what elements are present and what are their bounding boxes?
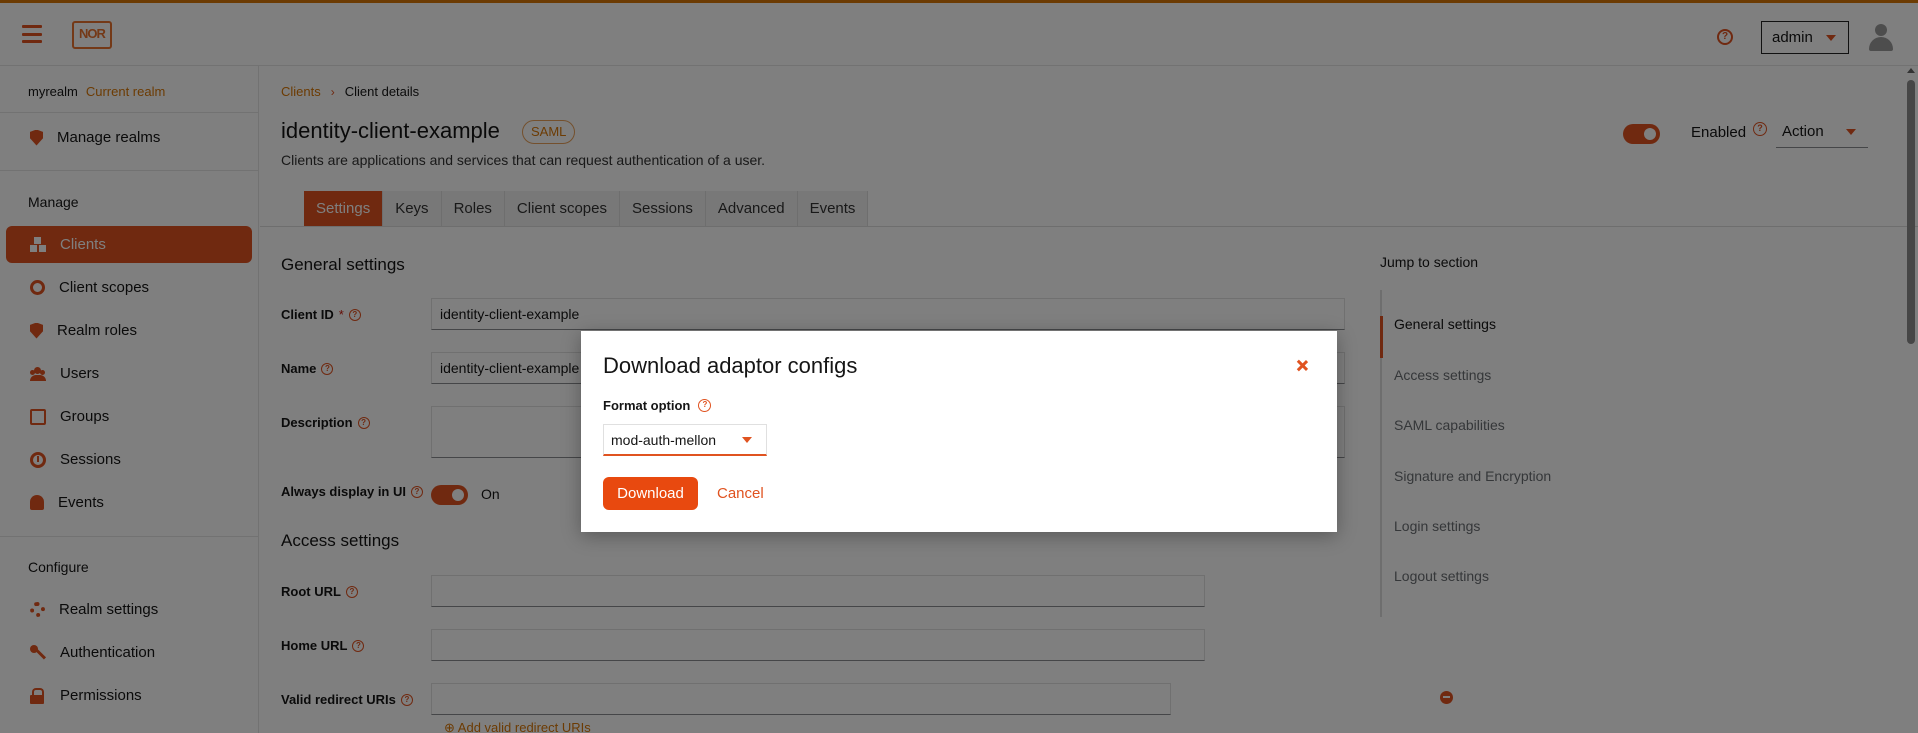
caret-down-icon <box>742 437 752 443</box>
format-option-value: mod-auth-mellon <box>611 432 717 448</box>
close-icon[interactable] <box>1294 358 1310 374</box>
format-option-select[interactable]: mod-auth-mellon <box>603 424 767 456</box>
help-icon[interactable]: ? <box>698 399 712 412</box>
cancel-button[interactable]: Cancel <box>717 477 764 510</box>
dialog-title: Download adaptor configs <box>603 353 858 378</box>
download-button[interactable]: Download <box>603 477 698 510</box>
format-option-label: Format option ? <box>603 398 712 413</box>
format-option-label-text: Format option <box>603 398 691 413</box>
download-adaptor-configs-dialog: Download adaptor configs Format option ?… <box>581 331 1337 532</box>
